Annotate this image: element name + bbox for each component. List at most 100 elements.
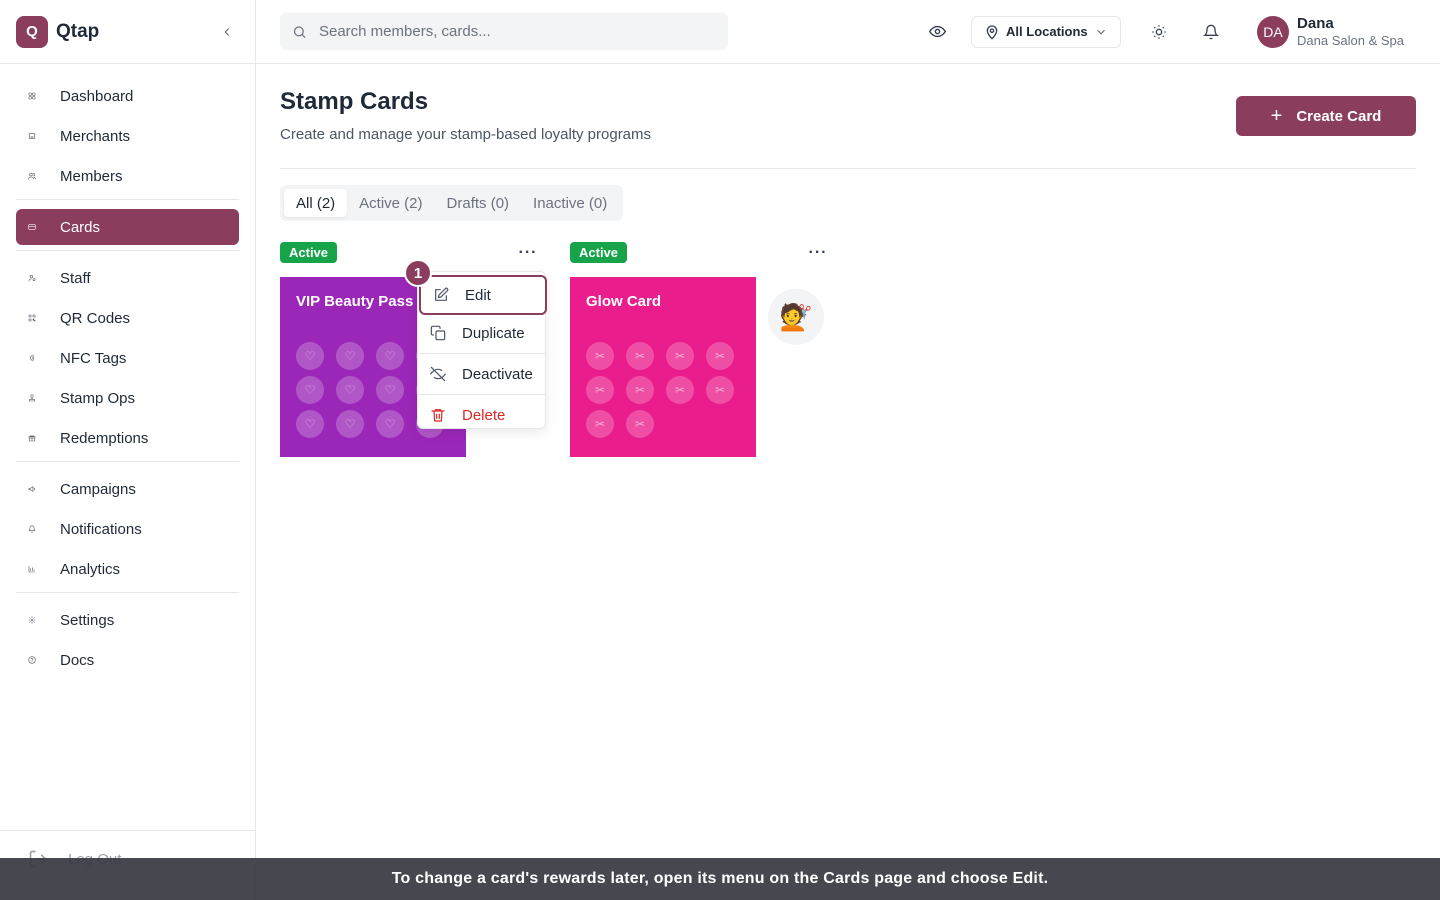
users-icon <box>28 173 36 180</box>
sidebar-item-redemptions[interactable]: Redemptions <box>16 420 239 456</box>
card-more-button[interactable]: ··· <box>806 242 830 263</box>
bell-icon <box>1203 24 1220 39</box>
menu-item-label: Duplicate <box>462 324 525 342</box>
status-badge: Active <box>280 242 338 263</box>
edit-icon <box>435 287 449 301</box>
brand-logo: Q <box>16 15 48 48</box>
plus-icon: + <box>1270 105 1283 127</box>
location-select[interactable]: All Locations <box>971 15 1122 48</box>
sidebar-item-label: NFC Tags <box>60 349 127 367</box>
card-icon <box>28 224 36 230</box>
user-business: Dana Salon & Spa <box>1297 32 1404 48</box>
gift-icon <box>28 435 36 442</box>
sidebar-item-label: Stamp Ops <box>60 389 136 407</box>
location-label: All Locations <box>1006 24 1088 39</box>
sidebar-item-label: Dashboard <box>60 87 134 105</box>
sidebar-item-notifications[interactable]: Notifications <box>16 511 239 547</box>
sidebar-item-merchants[interactable]: Merchants <box>16 118 239 154</box>
sidebar-item-members[interactable]: Members <box>16 158 239 194</box>
stamp-slot: ✂ <box>626 376 654 404</box>
sidebar-item-campaigns[interactable]: Campaigns <box>16 471 239 507</box>
help-icon <box>28 656 36 664</box>
stamp-slot: ✂ <box>586 410 614 438</box>
dashboard-icon <box>28 92 36 100</box>
megaphone-icon <box>28 486 35 492</box>
menu-item-label: Deactivate <box>462 365 533 383</box>
collapse-sidebar-button[interactable] <box>215 20 239 44</box>
sidebar-item-settings[interactable]: Settings <box>16 602 239 638</box>
menu-item-deactivate[interactable]: Deactivate <box>418 356 545 392</box>
gear-icon-wrap <box>28 610 48 630</box>
sidebar-item-label: Merchants <box>60 127 131 145</box>
card-preview[interactable]: Glow Card ✂ ✂ ✂ ✂ ✂ ✂ ✂ ✂ ✂ ✂ <box>570 277 756 457</box>
stamp-slot: ♡ <box>296 410 324 438</box>
stamp-slot: ♡ <box>336 376 364 404</box>
sidebar-item-cards[interactable]: Cards <box>16 209 239 245</box>
sidebar-item-analytics[interactable]: Analytics <box>16 551 239 587</box>
copy-icon <box>430 325 446 341</box>
sidebar-item-docs[interactable]: Docs <box>16 642 239 678</box>
sidebar-item-label: Settings <box>60 611 115 629</box>
search-input[interactable] <box>318 23 716 40</box>
stamp-slot: ✂ <box>626 342 654 370</box>
sidebar-item-label: QR Codes <box>60 309 131 327</box>
stamp-slot: ✂ <box>626 410 654 438</box>
sidebar-item-label: Notifications <box>60 520 142 538</box>
stamp-icon-wrap <box>28 388 48 408</box>
preview-button[interactable] <box>921 16 953 48</box>
card-more-button[interactable]: ··· <box>516 242 540 263</box>
sidebar-item-stamp-ops[interactable]: Stamp Ops <box>16 380 239 416</box>
tab-inactive[interactable]: Inactive (0) <box>521 189 619 217</box>
card-name: Glow Card <box>586 293 662 310</box>
step-badge: 1 <box>404 259 432 287</box>
stamp-slot: ♡ <box>376 410 404 438</box>
tab-all[interactable]: All (2) <box>284 189 348 217</box>
tab-drafts[interactable]: Drafts (0) <box>435 189 522 217</box>
sidebar-nav: Dashboard Merchants Members Cards Staff QR Co… <box>0 64 255 678</box>
notifications-button[interactable] <box>1195 16 1227 48</box>
create-card-button[interactable]: + Create Card <box>1236 96 1416 136</box>
sidebar-item-nfc-tags[interactable]: NFC Tags <box>16 340 239 376</box>
avatar[interactable]: DA <box>1257 15 1290 48</box>
hint-bar: To change a card's rewards later, open i… <box>0 858 1440 900</box>
staff-icon <box>28 275 36 282</box>
menu-divider <box>418 394 545 395</box>
trash-icon <box>431 409 445 422</box>
nfc-icon-wrap <box>28 348 48 368</box>
gift-icon-wrap <box>28 428 48 448</box>
stamp-slot: ♡ <box>336 342 364 370</box>
gear-icon <box>28 616 36 624</box>
sidebar-item-label: Staff <box>60 269 91 287</box>
menu-item-duplicate[interactable]: Duplicate <box>418 315 545 351</box>
sidebar-divider <box>16 250 239 251</box>
card-actions-menu: Edit Duplicate Deactivate Delete <box>417 271 547 429</box>
menu-item-delete[interactable]: Delete <box>418 397 545 433</box>
sidebar-item-staff[interactable]: Staff <box>16 260 239 296</box>
search-box[interactable] <box>280 13 728 50</box>
nfc-icon <box>29 354 35 362</box>
staff-icon-wrap <box>28 268 48 288</box>
tab-active[interactable]: Active (2) <box>347 189 434 217</box>
store-icon-wrap <box>28 126 48 146</box>
menu-item-edit[interactable]: Edit <box>419 275 547 315</box>
stamp-slot: ✂ <box>706 342 734 370</box>
stamp-slot: ✂ <box>586 342 614 370</box>
stamp-icon <box>29 394 35 402</box>
search-icon <box>293 25 306 38</box>
stamp-slot: ♡ <box>296 376 324 404</box>
user-info[interactable]: Dana Dana Salon & Spa <box>1297 15 1404 49</box>
stamp-slot: ✂ <box>586 376 614 404</box>
sidebar-item-label: Docs <box>60 651 95 669</box>
theme-toggle-button[interactable] <box>1143 16 1175 48</box>
sidebar-item-qr-codes[interactable]: QR Codes <box>16 300 239 336</box>
sidebar-divider <box>16 592 239 593</box>
stamp-slot: ✂ <box>666 342 694 370</box>
sun-icon <box>1152 24 1166 39</box>
sidebar-item-dashboard[interactable]: Dashboard <box>16 78 239 114</box>
sidebar-item-label: Campaigns <box>60 480 136 498</box>
stamp-slot: ✂ <box>666 376 694 404</box>
stamp-slot: ♡ <box>336 410 364 438</box>
stamp-slot: ♡ <box>376 376 404 404</box>
megaphone-icon-wrap <box>28 479 48 499</box>
top-header: All Locations DA Dana Dana Salon & Spa <box>256 0 1440 64</box>
